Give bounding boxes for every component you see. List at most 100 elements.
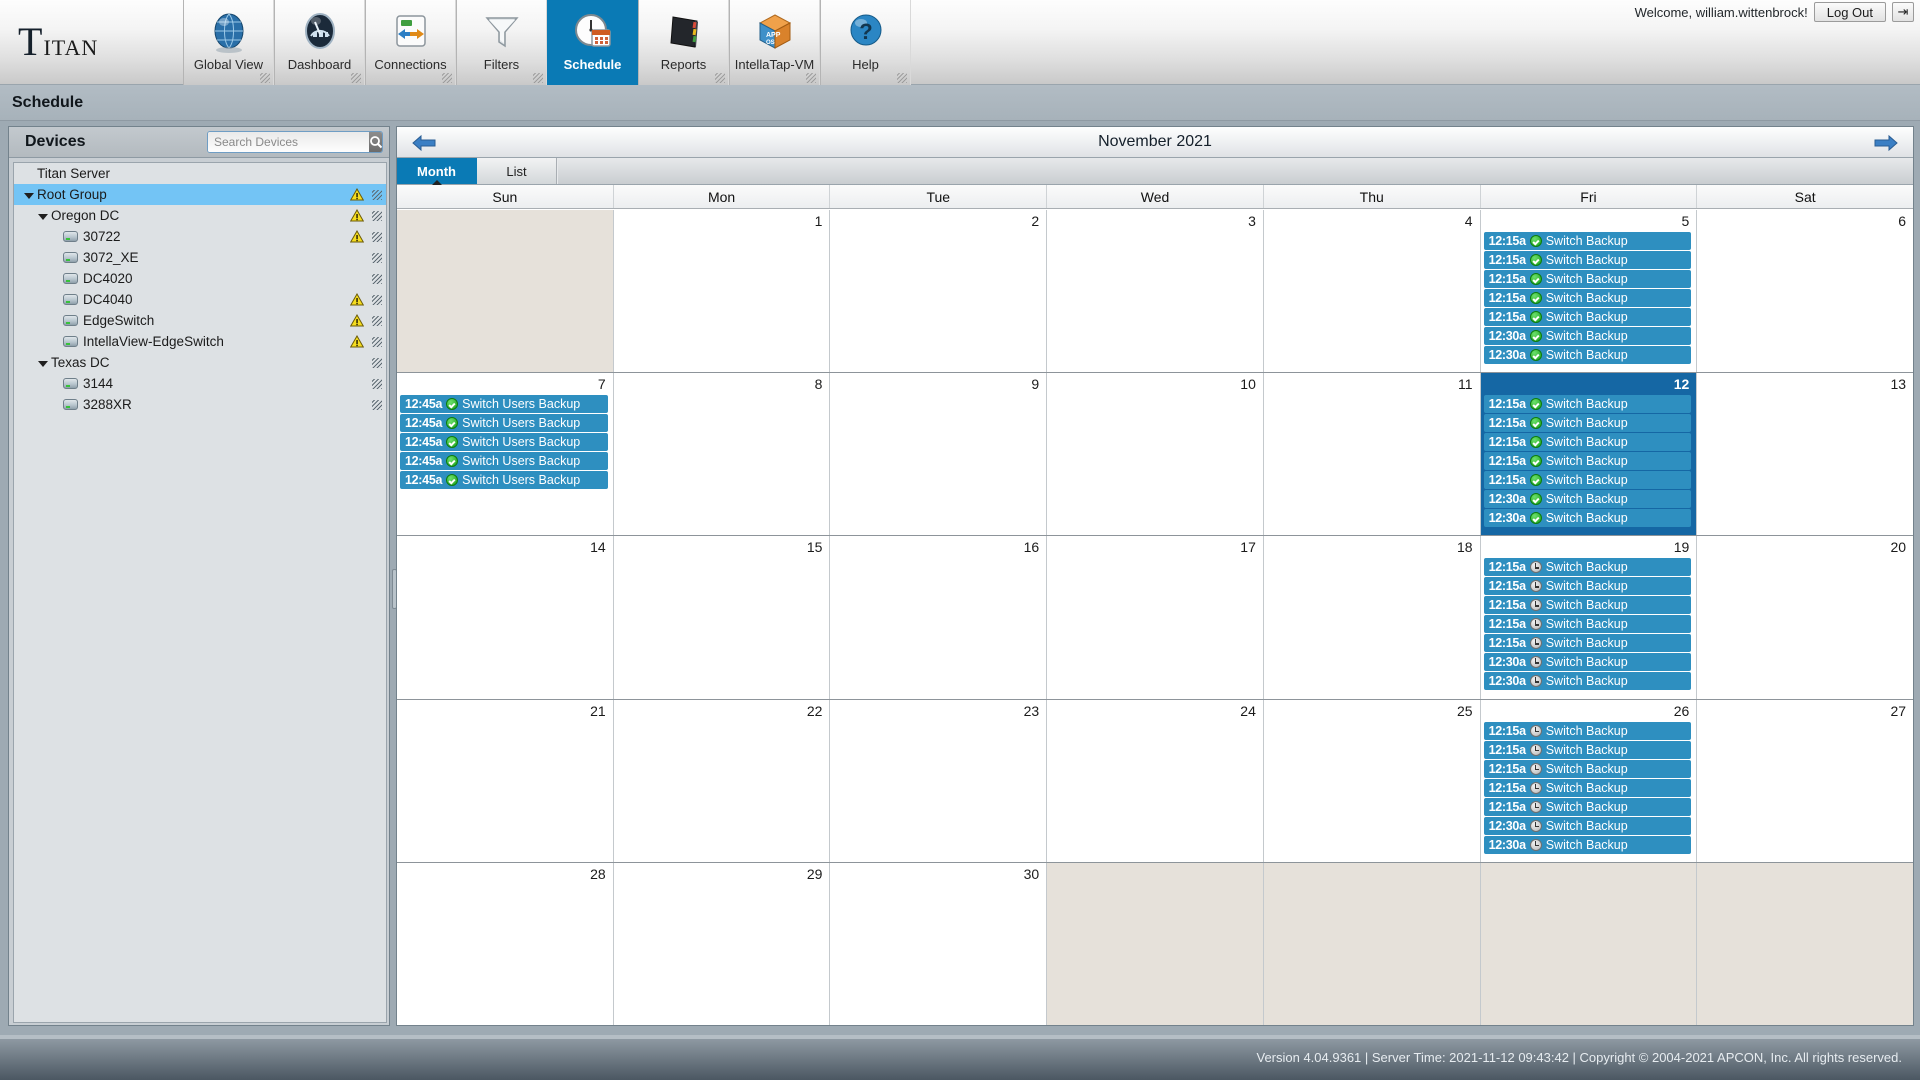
calendar-event[interactable]: 12:15a Switch Backup <box>1483 414 1692 433</box>
calendar-day-cell[interactable]: 10 <box>1047 373 1264 536</box>
calendar-day-cell[interactable]: 14 <box>397 536 614 699</box>
chevron-down-icon[interactable] <box>36 209 49 222</box>
calendar-event[interactable]: 12:30a Switch Backup <box>1483 346 1692 364</box>
calendar-day-cell[interactable]: 3 <box>1047 210 1264 373</box>
calendar-event[interactable]: 12:15a Switch Backup <box>1483 759 1692 778</box>
nav-button-help[interactable]: ? Help <box>820 0 911 85</box>
tree-item-texas-dc[interactable]: Texas DC <box>14 352 386 373</box>
calendar-event[interactable]: 12:45a Switch Users Backup <box>400 395 608 414</box>
calendar-day-cell[interactable]: 28 <box>397 862 614 1026</box>
search-input[interactable] <box>208 132 369 152</box>
calendar-day-cell[interactable]: 20 <box>1697 536 1914 699</box>
drag-grip-icon[interactable] <box>372 336 382 347</box>
drag-grip-icon[interactable] <box>372 315 382 326</box>
calendar-day-cell[interactable]: 29 <box>613 862 831 1026</box>
calendar-event[interactable]: 12:30a Switch Backup <box>1483 327 1692 345</box>
tree-item-edgeswitch[interactable]: EdgeSwitch <box>14 310 386 331</box>
warning-icon[interactable] <box>349 208 365 222</box>
calendar-day-cell[interactable]: 16 <box>830 536 1048 699</box>
warning-icon[interactable] <box>349 334 365 348</box>
drag-grip-icon[interactable] <box>372 252 382 263</box>
warning-icon[interactable] <box>349 313 365 327</box>
tree-item-30722[interactable]: 30722 <box>14 226 386 247</box>
calendar-event[interactable]: 12:15a Switch Backup <box>1483 797 1692 816</box>
calendar-event[interactable]: 12:45a Switch Users Backup <box>400 452 608 471</box>
calendar-day-cell[interactable]: 22 <box>613 699 831 862</box>
calendar-event[interactable]: 12:15a Switch Backup <box>1483 577 1692 596</box>
calendar-event[interactable]: 12:15a Switch Backup <box>1483 395 1692 414</box>
drag-grip-icon[interactable] <box>372 189 382 200</box>
calendar-day-cell[interactable]: 13 <box>1697 373 1914 536</box>
chevron-down-icon[interactable] <box>22 188 35 201</box>
drag-grip-icon[interactable] <box>372 294 382 305</box>
calendar-event[interactable]: 12:30a Switch Backup <box>1483 490 1692 509</box>
nav-button-global-view[interactable]: Global View <box>183 0 274 85</box>
calendar-day-cell[interactable]: 18 <box>1263 536 1481 699</box>
calendar-event[interactable]: 12:30a Switch Backup <box>1483 816 1692 835</box>
calendar-day-cell[interactable]: 30 <box>830 862 1048 1026</box>
calendar-day-cell[interactable]: 23 <box>830 699 1048 862</box>
calendar-day-cell[interactable]: 24 <box>1047 699 1264 862</box>
calendar-day-cell[interactable]: 8 <box>613 373 831 536</box>
calendar-day-cell[interactable] <box>397 210 614 373</box>
nav-button-schedule[interactable]: Schedule <box>547 0 638 85</box>
drag-grip-icon[interactable] <box>372 273 382 284</box>
drag-grip-icon[interactable] <box>372 357 382 368</box>
arrow-right-icon[interactable] <box>1871 131 1901 154</box>
calendar-event[interactable]: 12:15a Switch Backup <box>1483 270 1692 288</box>
calendar-event[interactable]: 12:15a Switch Backup <box>1483 634 1692 653</box>
calendar-event[interactable]: 12:45a Switch Users Backup <box>400 433 608 452</box>
warning-icon[interactable] <box>349 187 365 201</box>
calendar-event[interactable]: 12:15a Switch Backup <box>1483 778 1692 797</box>
arrow-left-icon[interactable] <box>409 131 439 154</box>
calendar-day-cell[interactable]: 15 <box>613 536 831 699</box>
calendar-day-cell[interactable]: 7 12:45a Switch Users Backup 12:45a Switch U… <box>397 373 614 536</box>
calendar-event[interactable]: 12:15a Switch Backup <box>1483 433 1692 452</box>
calendar-event[interactable]: 12:30a Switch Backup <box>1483 672 1692 691</box>
calendar-event[interactable]: 12:15a Switch Backup <box>1483 721 1692 740</box>
calendar-event[interactable]: 12:15a Switch Backup <box>1483 232 1692 250</box>
calendar-event[interactable]: 12:15a Switch Backup <box>1483 308 1692 326</box>
nav-button-connections[interactable]: Connections <box>365 0 456 85</box>
calendar-day-cell[interactable]: 19 12:15a Switch Backup 12:15a Switch Backup… <box>1480 536 1698 699</box>
tree-item-3288xr[interactable]: 3288XR <box>14 394 386 415</box>
calendar-event[interactable]: 12:15a Switch Backup <box>1483 452 1692 471</box>
calendar-event[interactable]: 12:45a Switch Users Backup <box>400 471 608 490</box>
log-out-button[interactable]: Log Out <box>1813 2 1886 22</box>
tab-month[interactable]: Month <box>397 158 477 185</box>
calendar-day-cell[interactable]: 4 <box>1263 210 1481 373</box>
drag-grip-icon[interactable] <box>372 399 382 410</box>
calendar-day-cell[interactable]: 27 <box>1697 699 1914 862</box>
calendar-day-cell[interactable]: 25 <box>1263 699 1481 862</box>
calendar-event[interactable]: 12:15a Switch Backup <box>1483 471 1692 490</box>
tree-item-dc4040[interactable]: DC4040 <box>14 289 386 310</box>
tree-item-titan-server[interactable]: Titan Server <box>14 163 386 184</box>
calendar-event[interactable]: 12:15a Switch Backup <box>1483 596 1692 615</box>
calendar-day-cell[interactable]: 2 <box>830 210 1048 373</box>
calendar-event[interactable]: 12:15a Switch Backup <box>1483 558 1692 577</box>
calendar-day-cell[interactable]: 1 <box>613 210 831 373</box>
search-devices-box[interactable] <box>207 131 383 153</box>
drag-grip-icon[interactable] <box>372 231 382 242</box>
calendar-day-cell[interactable]: 26 12:15a Switch Backup 12:15a Switch Backup… <box>1480 699 1698 862</box>
calendar-day-cell-today[interactable]: 12 12:15a Switch Backup 12:15a Switch Backup… <box>1480 373 1698 536</box>
calendar-day-cell[interactable] <box>1047 862 1264 1026</box>
calendar-day-cell[interactable]: 9 <box>830 373 1048 536</box>
warning-icon[interactable] <box>349 292 365 306</box>
calendar-day-cell[interactable]: 6 <box>1697 210 1914 373</box>
calendar-day-cell[interactable]: 17 <box>1047 536 1264 699</box>
calendar-event[interactable]: 12:15a Switch Backup <box>1483 289 1692 307</box>
tree-item-3072-xe[interactable]: 3072_XE <box>14 247 386 268</box>
calendar-day-cell[interactable]: 21 <box>397 699 614 862</box>
drag-grip-icon[interactable] <box>372 378 382 389</box>
calendar-event[interactable]: 12:30a Switch Backup <box>1483 653 1692 672</box>
tab-list[interactable]: List <box>477 158 557 184</box>
calendar-event[interactable]: 12:30a Switch Backup <box>1483 509 1692 528</box>
calendar-day-cell[interactable] <box>1263 862 1481 1026</box>
calendar-event[interactable]: 12:45a Switch Users Backup <box>400 414 608 433</box>
search-icon[interactable] <box>369 132 382 152</box>
tree-item-3144[interactable]: 3144 <box>14 373 386 394</box>
calendar-day-cell[interactable] <box>1480 862 1698 1026</box>
tree-item-root-group[interactable]: Root Group <box>14 184 386 205</box>
warning-icon[interactable] <box>349 229 365 243</box>
